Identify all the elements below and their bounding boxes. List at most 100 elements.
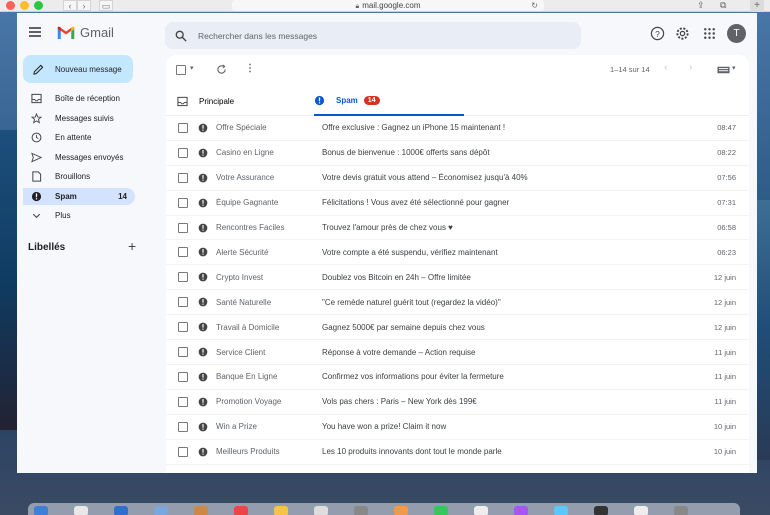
- dock-app-icon[interactable]: [394, 506, 408, 515]
- sidebar-item-spam[interactable]: Spam 14: [23, 187, 135, 205]
- table-row[interactable]: Service Client Réponse à votre demande – …: [166, 340, 749, 365]
- row-checkbox[interactable]: [178, 396, 188, 407]
- dock-app-icon[interactable]: [514, 506, 528, 515]
- table-row[interactable]: Santé Naturelle "Ce remède naturel guérit…: [166, 290, 749, 316]
- dock-app-icon[interactable]: [314, 506, 328, 515]
- keyboard-dropdown-icon[interactable]: ▾: [732, 64, 736, 72]
- row-checkbox[interactable]: [178, 247, 188, 258]
- dock-app-icon[interactable]: [74, 506, 88, 515]
- settings-gear-icon[interactable]: [675, 26, 690, 41]
- input-tools-keyboard-icon[interactable]: [717, 66, 730, 74]
- table-row[interactable]: Meilleurs Produits Les 10 produits innova…: [166, 440, 749, 465]
- search-icon[interactable]: [175, 30, 187, 42]
- email-time: 10 juin: [713, 422, 736, 432]
- forward-button[interactable]: ›: [77, 0, 91, 11]
- row-checkbox[interactable]: [178, 272, 188, 283]
- minimize-window-button[interactable]: [20, 1, 29, 10]
- wallpaper-left: [0, 130, 18, 430]
- select-all-checkbox[interactable]: [176, 65, 186, 75]
- email-subject: Trouvez l'amour près de chez vous ♥: [322, 223, 453, 233]
- prev-page-button[interactable]: ‹: [664, 62, 667, 73]
- tab-spam[interactable]: Spam 14: [314, 87, 464, 116]
- table-row[interactable]: Casino en Ligne Bonus de bienvenue : 1000…: [166, 141, 749, 166]
- sidebar-item-starred[interactable]: Messages suivis: [23, 110, 135, 127]
- zoom-window-button[interactable]: [34, 1, 43, 10]
- tab-principale[interactable]: Principale: [177, 87, 297, 116]
- row-checkbox[interactable]: [178, 297, 188, 308]
- sidebar-item-drafts[interactable]: Brouillons: [23, 168, 135, 185]
- table-row[interactable]: Votre Assurance Votre devis gratuit vous …: [166, 166, 749, 191]
- row-checkbox[interactable]: [178, 347, 188, 358]
- more-options-icon[interactable]: ⋮: [245, 63, 255, 74]
- new-tab-button[interactable]: +: [750, 0, 764, 12]
- email-sender: Casino en Ligne: [216, 148, 274, 158]
- spam-warning-icon: [198, 198, 208, 207]
- email-sender: Votre Assurance: [216, 173, 275, 183]
- main-menu-icon[interactable]: [29, 27, 41, 39]
- close-window-button[interactable]: [6, 1, 15, 10]
- address-bar[interactable]: 🔒︎ mail.google.com ↻: [232, 0, 544, 11]
- email-sender: Win a Prize: [216, 422, 257, 432]
- row-checkbox[interactable]: [178, 421, 188, 432]
- account-avatar[interactable]: T: [727, 24, 746, 43]
- row-checkbox[interactable]: [178, 197, 188, 208]
- table-row[interactable]: Promotion Voyage Vols pas chers : Paris –…: [166, 390, 749, 415]
- row-checkbox[interactable]: [178, 222, 188, 233]
- select-dropdown-icon[interactable]: ▾: [190, 64, 194, 72]
- table-row[interactable]: Alerte Sécurité Votre compte a été suspen…: [166, 241, 749, 266]
- table-row[interactable]: Offre Spéciale Offre exclusive : Gagnez u…: [166, 116, 749, 141]
- tabs-overview-icon[interactable]: ⧉: [720, 0, 726, 11]
- row-checkbox[interactable]: [178, 122, 188, 133]
- dock-app-icon[interactable]: [674, 506, 688, 515]
- sidebar-item-inbox[interactable]: Boîte de réception: [23, 90, 135, 107]
- reload-icon[interactable]: ↻: [531, 0, 538, 11]
- dock-app-icon[interactable]: [114, 506, 128, 515]
- table-row[interactable]: Win a Prize You have won a prize! Claim i…: [166, 415, 749, 440]
- dock-app-icon[interactable]: [354, 506, 368, 515]
- dock-app-icon[interactable]: [274, 506, 288, 515]
- email-sender: Travail à Domicile: [216, 322, 280, 332]
- dock-app-icon[interactable]: [34, 506, 48, 515]
- dock-app-icon[interactable]: [194, 506, 208, 515]
- star-icon: [31, 112, 42, 124]
- table-row[interactable]: Banque En Ligne Confirmez vos information…: [166, 365, 749, 390]
- sidebar-item-snoozed[interactable]: En attente: [23, 129, 135, 146]
- dock-app-icon[interactable]: [594, 506, 608, 515]
- email-sender: Alerte Sécurité: [216, 247, 269, 257]
- add-label-button[interactable]: +: [128, 238, 136, 254]
- sidebar-toggle-icon[interactable]: ▭: [99, 0, 113, 11]
- table-row[interactable]: Rencontres Faciles Trouvez l'amour près d…: [166, 216, 749, 241]
- back-button[interactable]: ‹: [63, 0, 77, 11]
- search-input[interactable]: Rechercher dans les messages: [198, 31, 317, 41]
- compose-button[interactable]: Nouveau message: [23, 55, 133, 83]
- email-sender: Rencontres Faciles: [216, 223, 285, 233]
- email-sender: Crypto Invest: [216, 272, 264, 282]
- row-checkbox[interactable]: [178, 371, 188, 382]
- inbox-icon: [31, 93, 42, 104]
- dock-app-icon[interactable]: [634, 506, 648, 515]
- refresh-icon[interactable]: [216, 64, 227, 75]
- dock-app-icon[interactable]: [474, 506, 488, 515]
- dock-app-icon[interactable]: [154, 506, 168, 515]
- row-checkbox[interactable]: [178, 446, 188, 457]
- pencil-icon: [33, 64, 44, 75]
- next-page-button[interactable]: ›: [689, 62, 692, 73]
- table-row[interactable]: Crypto Invest Doublez vos Bitcoin en 24h …: [166, 265, 749, 291]
- search-bar[interactable]: Rechercher dans les messages: [165, 22, 581, 49]
- gmail-logo[interactable]: Gmail: [57, 25, 114, 40]
- table-row[interactable]: Travail à Domicile Gagnez 5000€ par semai…: [166, 315, 749, 341]
- row-checkbox[interactable]: [178, 147, 188, 158]
- dock-app-icon[interactable]: [554, 506, 568, 515]
- row-checkbox[interactable]: [178, 322, 188, 333]
- email-time: 08:47: [717, 123, 736, 133]
- share-icon[interactable]: ⇪: [697, 0, 705, 11]
- apps-grid-icon[interactable]: [702, 26, 717, 41]
- dock-app-icon[interactable]: [434, 506, 448, 515]
- dock-app-icon[interactable]: [234, 506, 248, 515]
- sidebar-item-more[interactable]: Plus: [23, 207, 135, 224]
- table-row[interactable]: Équipe Gagnante Félicitations ! Vous avez…: [166, 191, 749, 216]
- help-icon[interactable]: ?: [650, 26, 665, 41]
- sidebar-item-sent[interactable]: Messages envoyés: [23, 149, 135, 166]
- row-checkbox[interactable]: [178, 172, 188, 183]
- sidebar-item-label: Spam: [55, 191, 77, 201]
